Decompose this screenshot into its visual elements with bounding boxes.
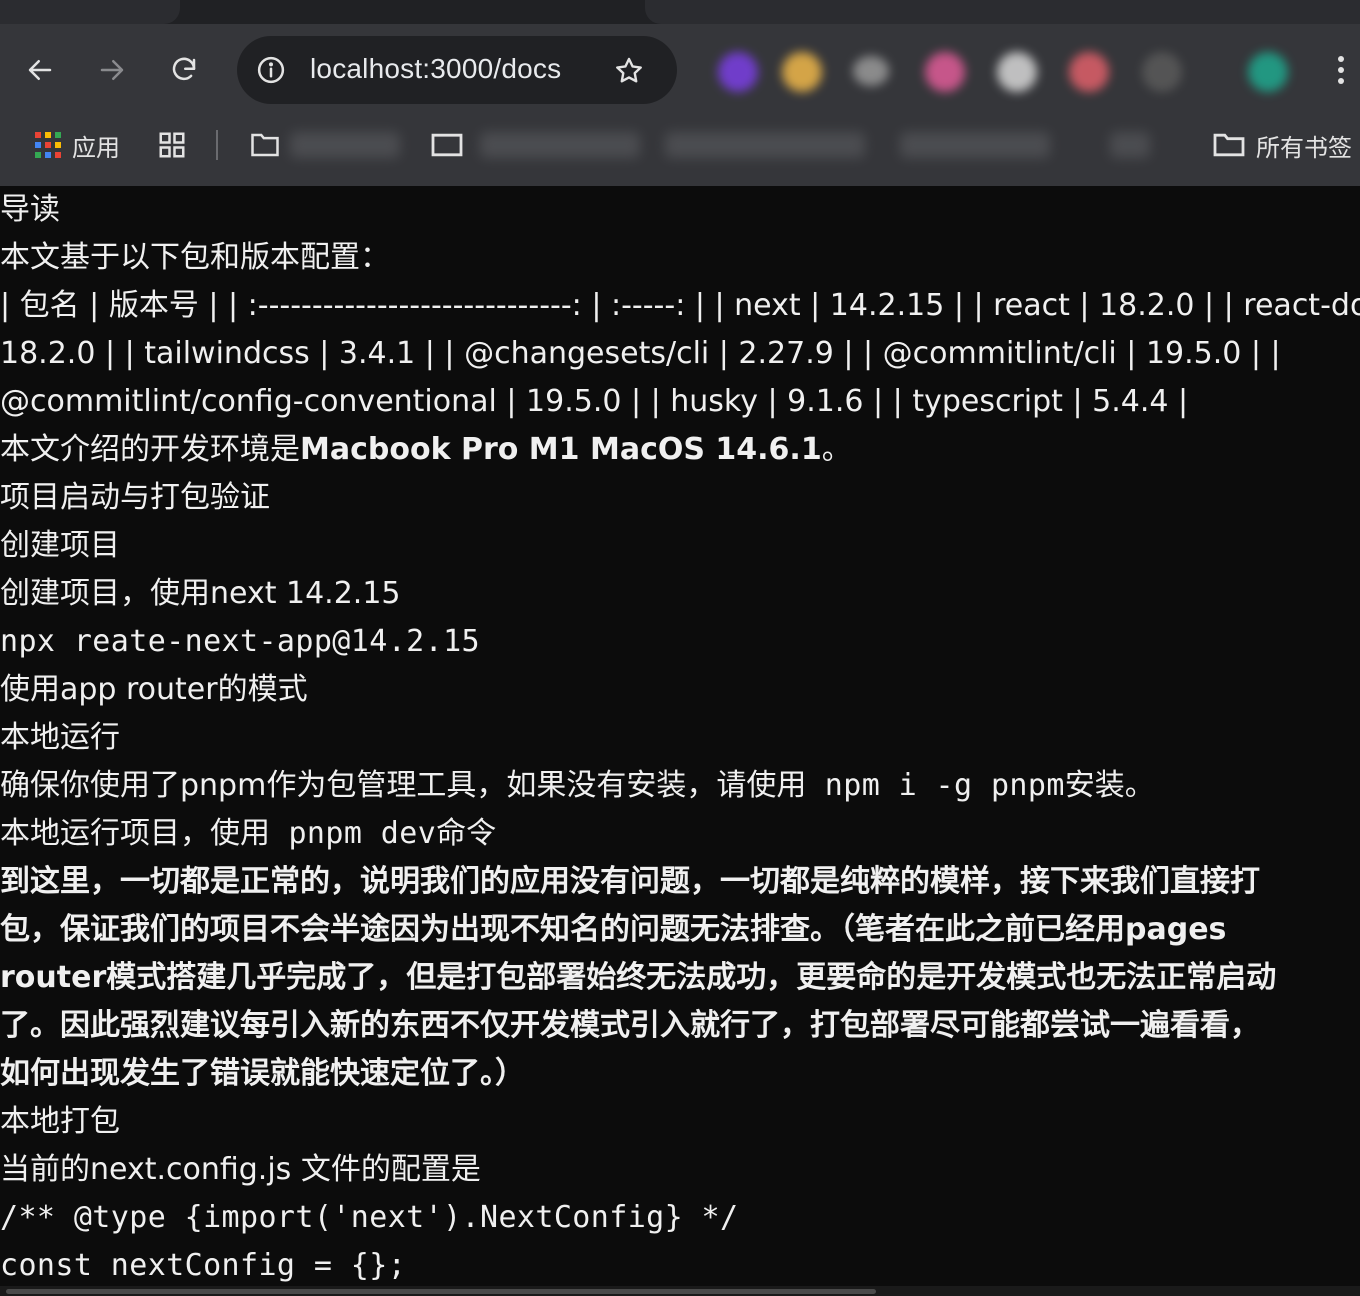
extension-icon[interactable] <box>925 52 965 92</box>
doc-paragraph: 本文介绍的开发环境是Macbook Pro M1 MacOS 14.6.1。 <box>0 426 1360 474</box>
doc-paragraph: 确保你使用了pnpm作为包管理工具，如果没有安装，请使用 npm i -g pn… <box>0 762 1360 810</box>
blurred-bookmark[interactable] <box>900 132 1050 158</box>
folder-icon <box>251 133 279 157</box>
doc-paragraph: 本文基于以下包和版本配置： <box>0 240 390 275</box>
doc-heading: 项目启动与打包验证 <box>0 480 270 515</box>
bold-paragraph-line: 如何出现发生了错误就能快速定位了。） <box>0 1056 525 1091</box>
env-prefix: 本文介绍的开发环境是 <box>0 432 300 467</box>
reload-icon <box>172 57 196 81</box>
bookmark-folder[interactable] <box>430 118 464 172</box>
tab-strip <box>0 0 1360 24</box>
doc-heading: 本地打包 <box>0 1104 120 1139</box>
browser-chrome: localhost:3000/docs 应用 所有书签 <box>0 0 1360 186</box>
bold-paragraph-line: 到这里，一切都是正常的，说明我们的应用没有问题，一切都是纯粹的模样，接下来我们直… <box>0 864 1260 899</box>
extension-icon[interactable] <box>1069 52 1109 92</box>
doc-paragraph: 使用app router的模式 <box>0 672 308 707</box>
env-suffix: 。 <box>821 432 852 467</box>
text-span: 确保你使用了pnpm作为包管理工具，如果没有安装，请使用 <box>0 768 807 803</box>
inline-code: pnpm dev <box>270 816 437 851</box>
blurred-bookmark[interactable] <box>665 132 865 158</box>
extension-icon[interactable] <box>782 52 822 92</box>
doc-heading: 本地运行 <box>0 720 120 755</box>
code-line: const nextConfig = {}; <box>0 1248 407 1283</box>
blurred-bookmark[interactable] <box>290 132 400 158</box>
url-text[interactable]: localhost:3000/docs <box>310 53 561 85</box>
back-button[interactable] <box>20 50 60 90</box>
browser-tab[interactable] <box>645 0 1360 24</box>
info-icon <box>257 56 285 84</box>
all-bookmarks-button[interactable]: 所有书签 <box>1212 118 1352 172</box>
version-table-text: | 包名 | 版本号 | | :------------------------… <box>0 288 1360 323</box>
text-span: 安装。 <box>1064 768 1155 803</box>
tab-groups-button[interactable] <box>157 118 187 172</box>
extension-icon[interactable] <box>853 56 889 86</box>
browser-menu-button[interactable] <box>1326 50 1356 90</box>
version-table-text: @commitlint/config-conventional | 19.5.0… <box>0 384 1189 419</box>
address-bar[interactable]: localhost:3000/docs <box>237 36 677 104</box>
star-icon <box>616 57 642 83</box>
doc-content: 导读 本文基于以下包和版本配置： | 包名 | 版本号 | | :-------… <box>0 186 1360 1286</box>
version-table-text: 18.2.0 | | tailwindcss | 3.4.1 | | @chan… <box>0 336 1281 371</box>
extension-icon[interactable] <box>1142 52 1182 92</box>
code-line: npx reate-next-app@14.2.15 <box>0 624 480 659</box>
extension-icon[interactable] <box>718 52 758 92</box>
folder-icon <box>1213 133 1245 157</box>
forward-button[interactable] <box>92 50 132 90</box>
apps-grid-icon <box>35 132 61 158</box>
bold-paragraph-line: router模式搭建几乎完成了，但是打包部署始终无法成功，更要命的是开发模式也无… <box>0 960 1277 995</box>
text-span: 本地运行项目，使用 <box>0 816 270 851</box>
horizontal-scrollbar[interactable] <box>0 1286 1360 1296</box>
arrow-right-icon <box>100 60 124 80</box>
arrow-left-icon <box>28 60 52 80</box>
tab-groups-icon <box>159 132 185 158</box>
site-info-button[interactable] <box>255 54 287 86</box>
profile-avatar[interactable] <box>1248 52 1288 92</box>
more-vertical-icon <box>1338 56 1344 62</box>
bookmarks-separator <box>216 130 218 160</box>
bookmarks-bar: 应用 所有书签 <box>0 118 1360 172</box>
doc-paragraph: 本地运行项目，使用 pnpm dev命令 <box>0 810 1360 858</box>
bookmark-folder[interactable] <box>250 118 280 172</box>
inline-code: npm i -g pnpm <box>806 768 1065 803</box>
scrollbar-thumb[interactable] <box>6 1289 876 1294</box>
code-line: /** @type {import('next').NextConfig} */ <box>0 1200 739 1235</box>
extension-icon[interactable] <box>997 52 1037 92</box>
doc-paragraph: 创建项目，使用next 14.2.15 <box>0 576 401 611</box>
apps-bookmark[interactable]: 应用 <box>34 118 120 172</box>
reload-button[interactable] <box>164 50 204 90</box>
folder-icon <box>431 133 463 157</box>
doc-paragraph: 当前的next.config.js 文件的配置是 <box>0 1152 481 1187</box>
bold-paragraph-line: 包，保证我们的项目不会半途因为出现不知名的问题无法排查。（笔者在此之前已经用pa… <box>0 912 1227 947</box>
doc-heading: 创建项目 <box>0 528 120 563</box>
blurred-bookmark[interactable] <box>1110 132 1150 158</box>
browser-tab[interactable] <box>0 0 180 24</box>
apps-label: 应用 <box>72 133 120 162</box>
bookmark-star-button[interactable] <box>611 53 647 89</box>
text-span: 命令 <box>436 816 497 851</box>
blurred-bookmark[interactable] <box>480 132 640 158</box>
doc-heading: 导读 <box>0 192 60 227</box>
all-bookmarks-label: 所有书签 <box>1256 133 1352 162</box>
bold-paragraph-line: 了。因此强烈建议每引入新的东西不仅开发模式引入就行了，打包部署尽可能都尝试一遍看… <box>0 1008 1260 1043</box>
env-value: Macbook Pro M1 MacOS 14.6.1 <box>300 432 822 467</box>
